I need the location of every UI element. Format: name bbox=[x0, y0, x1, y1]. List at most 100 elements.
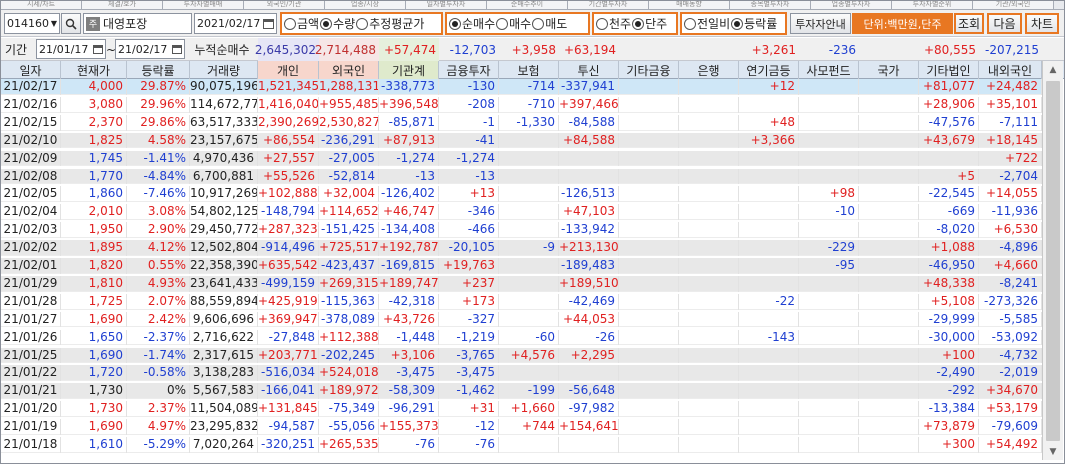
radio-circle-icon bbox=[684, 17, 696, 30]
table-row[interactable]: 21/01/27 1,690 2.42% 9,606,696 +369,947 -378,… bbox=[1, 311, 1042, 328]
table-cell bbox=[679, 96, 739, 113]
chart-button[interactable]: 차트 bbox=[1025, 13, 1059, 34]
screen-tab[interactable]: 종목별투자자 bbox=[730, 1, 811, 9]
column-header[interactable]: 내외국인 bbox=[979, 61, 1042, 79]
period-from-field[interactable]: 21/01/17 bbox=[36, 39, 106, 59]
screen-tab[interactable]: 시세/차트 bbox=[1, 1, 82, 9]
radio-group3-1[interactable]: 단주 bbox=[632, 15, 667, 32]
stock-code-select[interactable]: 014160 ▼ bbox=[4, 13, 60, 34]
table-row[interactable]: 21/01/25 1,690 -1.74% 2,317,615 +203,771 -202… bbox=[1, 347, 1042, 364]
column-header[interactable]: 현재가 bbox=[61, 61, 127, 79]
radio-group1-1[interactable]: 수량 bbox=[320, 15, 355, 32]
table-cell: +189,510 bbox=[559, 275, 619, 292]
table-row[interactable]: 21/01/18 1,610 -5.29% 7,020,264 -320,251 +265… bbox=[1, 437, 1042, 453]
column-header[interactable]: 개인 bbox=[258, 61, 319, 79]
next-button[interactable]: 다음 bbox=[987, 13, 1022, 34]
table-cell bbox=[619, 311, 679, 328]
table-cell: -1.41% bbox=[127, 150, 190, 167]
table-cell bbox=[559, 150, 619, 167]
search-button[interactable] bbox=[61, 13, 81, 34]
table-cell bbox=[559, 437, 619, 453]
scroll-thumb[interactable] bbox=[1046, 81, 1060, 441]
screen-tab[interactable]: 투자자별매매 bbox=[163, 1, 244, 9]
table-cell: 2,390,269 bbox=[258, 114, 319, 131]
table-row[interactable]: 21/02/05 1,860 -7.46% 10,917,269 +102,888 +32… bbox=[1, 186, 1042, 203]
scroll-down-icon[interactable]: ▼ bbox=[1043, 443, 1063, 460]
screen-tab[interactable]: 매매동향 bbox=[649, 1, 730, 9]
screen-tab[interactable]: 업종/시장 bbox=[325, 1, 406, 9]
screen-tab[interactable]: 체결/호가 bbox=[82, 1, 163, 9]
table-row[interactable]: 21/01/21 1,730 0% 5,567,583 -166,041 +189,972… bbox=[1, 383, 1042, 400]
column-header[interactable]: 기타금융 bbox=[619, 61, 679, 79]
table-row[interactable]: 21/02/03 1,950 2.90% 29,450,772 +287,323 -151… bbox=[1, 222, 1042, 238]
screen-tab[interactable]: 기간별투자자 bbox=[568, 1, 649, 9]
table-row[interactable]: 21/02/15 2,370 29.86% 63,517,333 2,390,269 2,… bbox=[1, 114, 1042, 131]
table-row[interactable]: 21/01/19 1,690 4.97% 23,295,832 -94,587 -55,0… bbox=[1, 419, 1042, 435]
table-row[interactable]: 21/01/29 1,810 4.93% 23,641,433 -499,159 +269… bbox=[1, 275, 1042, 292]
query-button[interactable]: 조회 bbox=[954, 13, 984, 34]
table-row[interactable]: 21/01/26 1,650 -2.37% 2,716,622 -27,848 +112,… bbox=[1, 329, 1042, 346]
table-cell: -466 bbox=[439, 222, 499, 238]
table-cell: 4.93% bbox=[127, 275, 190, 292]
radio-group3-0[interactable]: 천주 bbox=[596, 15, 631, 32]
radio-group2-1[interactable]: 매수 bbox=[496, 15, 531, 32]
column-header[interactable]: 금융투자 bbox=[439, 61, 499, 79]
column-header[interactable]: 사모펀드 bbox=[799, 61, 859, 79]
table-row[interactable]: 21/02/163,08029.96%114,672,7721,416,040+… bbox=[1, 96, 1042, 113]
table-row[interactable]: 21/01/22 1,720 -0.58% 3,138,283 -516,034 +524… bbox=[1, 365, 1042, 382]
table-cell: 1,730 bbox=[61, 383, 127, 400]
column-header[interactable]: 기관계 bbox=[379, 61, 439, 79]
radio-group1-0[interactable]: 금액 bbox=[284, 15, 319, 32]
table-row[interactable]: 21/02/01 1,820 0.55% 22,358,390 +635,542 -423… bbox=[1, 258, 1042, 274]
table-cell: 2.42% bbox=[127, 311, 190, 328]
column-header[interactable]: 연기금등 bbox=[739, 61, 799, 79]
investor-data-grid[interactable]: 21/02/17 4,000 29.87% 90,075,196 1,521,345 1,… bbox=[1, 79, 1042, 460]
table-row[interactable]: 21/01/20 1,730 2.37% 11,504,089 +131,845 -75,… bbox=[1, 401, 1042, 417]
table-cell: -337,941 bbox=[559, 79, 619, 95]
screen-tab[interactable]: 투자자별순위 bbox=[892, 1, 973, 9]
column-header[interactable]: 은행 bbox=[679, 61, 739, 79]
screen-tab[interactable]: 일자별투자자 bbox=[406, 1, 487, 9]
screen-tab[interactable]: 업종별투자자 bbox=[811, 1, 892, 9]
table-cell: -499,159 bbox=[258, 275, 319, 292]
column-header[interactable]: 투신 bbox=[559, 61, 619, 79]
table-cell: -3,475 bbox=[439, 365, 499, 382]
table-cell: -97,982 bbox=[559, 401, 619, 417]
column-header[interactable]: 등락률 bbox=[127, 61, 190, 79]
scroll-up-icon[interactable]: ▲ bbox=[1043, 61, 1063, 78]
column-header[interactable]: 일자 bbox=[1, 61, 61, 79]
table-cell: -47,576 bbox=[919, 114, 979, 131]
table-cell: +86,554 bbox=[258, 132, 319, 149]
radio-group2-2[interactable]: 매도 bbox=[532, 15, 567, 32]
investor-guide-button[interactable]: 투자자안내 bbox=[790, 13, 851, 34]
radio-group2-0[interactable]: 순매수 bbox=[449, 15, 495, 32]
column-header[interactable]: 보험 bbox=[499, 61, 559, 79]
table-cell: +112,388 bbox=[319, 329, 379, 346]
screen-tab[interactable]: 외국인/기관 bbox=[244, 1, 325, 9]
screen-tab[interactable]: 기관/외국인 bbox=[973, 1, 1054, 9]
vertical-scrollbar[interactable]: ▲ ▼ bbox=[1042, 61, 1063, 460]
table-row[interactable]: 21/02/10 1,825 4.58% 23,157,675 +86,554 -236,… bbox=[1, 132, 1042, 149]
column-header[interactable]: 거래량 bbox=[190, 61, 258, 79]
table-row[interactable]: 21/01/28 1,725 2.07% 88,559,894 +425,919 -115… bbox=[1, 293, 1042, 310]
table-cell: -79,609 bbox=[979, 419, 1042, 435]
column-header[interactable]: 국가 bbox=[859, 61, 919, 79]
query-date-field[interactable]: 2021/02/17 bbox=[194, 13, 277, 34]
table-row[interactable]: 21/02/02 1,895 4.12% 12,502,804 -914,496 +725… bbox=[1, 240, 1042, 256]
column-header[interactable]: 외국인 bbox=[319, 61, 379, 79]
table-cell bbox=[499, 222, 559, 238]
table-row[interactable]: 21/02/17 4,000 29.87% 90,075,196 1,521,345 1,… bbox=[1, 79, 1042, 95]
radio-group1-2[interactable]: 추정평균가 bbox=[356, 15, 424, 32]
table-cell bbox=[499, 365, 559, 382]
radio-group4-1[interactable]: 등락률 bbox=[731, 15, 777, 32]
table-row[interactable]: 21/02/08 1,770 -4.84% 6,700,881 +55,526 -52,8… bbox=[1, 168, 1042, 185]
table-row[interactable]: 21/02/04 2,010 3.08% 54,802,125 -148,794 +114… bbox=[1, 204, 1042, 221]
screen-tab[interactable]: 순매수추이 bbox=[487, 1, 568, 9]
column-header[interactable]: 기타법인 bbox=[919, 61, 979, 79]
period-to-field[interactable]: 21/02/17 bbox=[115, 39, 185, 59]
radio-group4-0[interactable]: 전일비 bbox=[684, 15, 730, 32]
table-cell bbox=[619, 132, 679, 149]
table-row[interactable]: 21/02/09 1,745 -1.41% 4,970,436 +27,557 -27,0… bbox=[1, 150, 1042, 167]
stock-name-field[interactable]: 주 대영포장 bbox=[83, 13, 192, 34]
table-cell: +6,530 bbox=[979, 222, 1042, 238]
